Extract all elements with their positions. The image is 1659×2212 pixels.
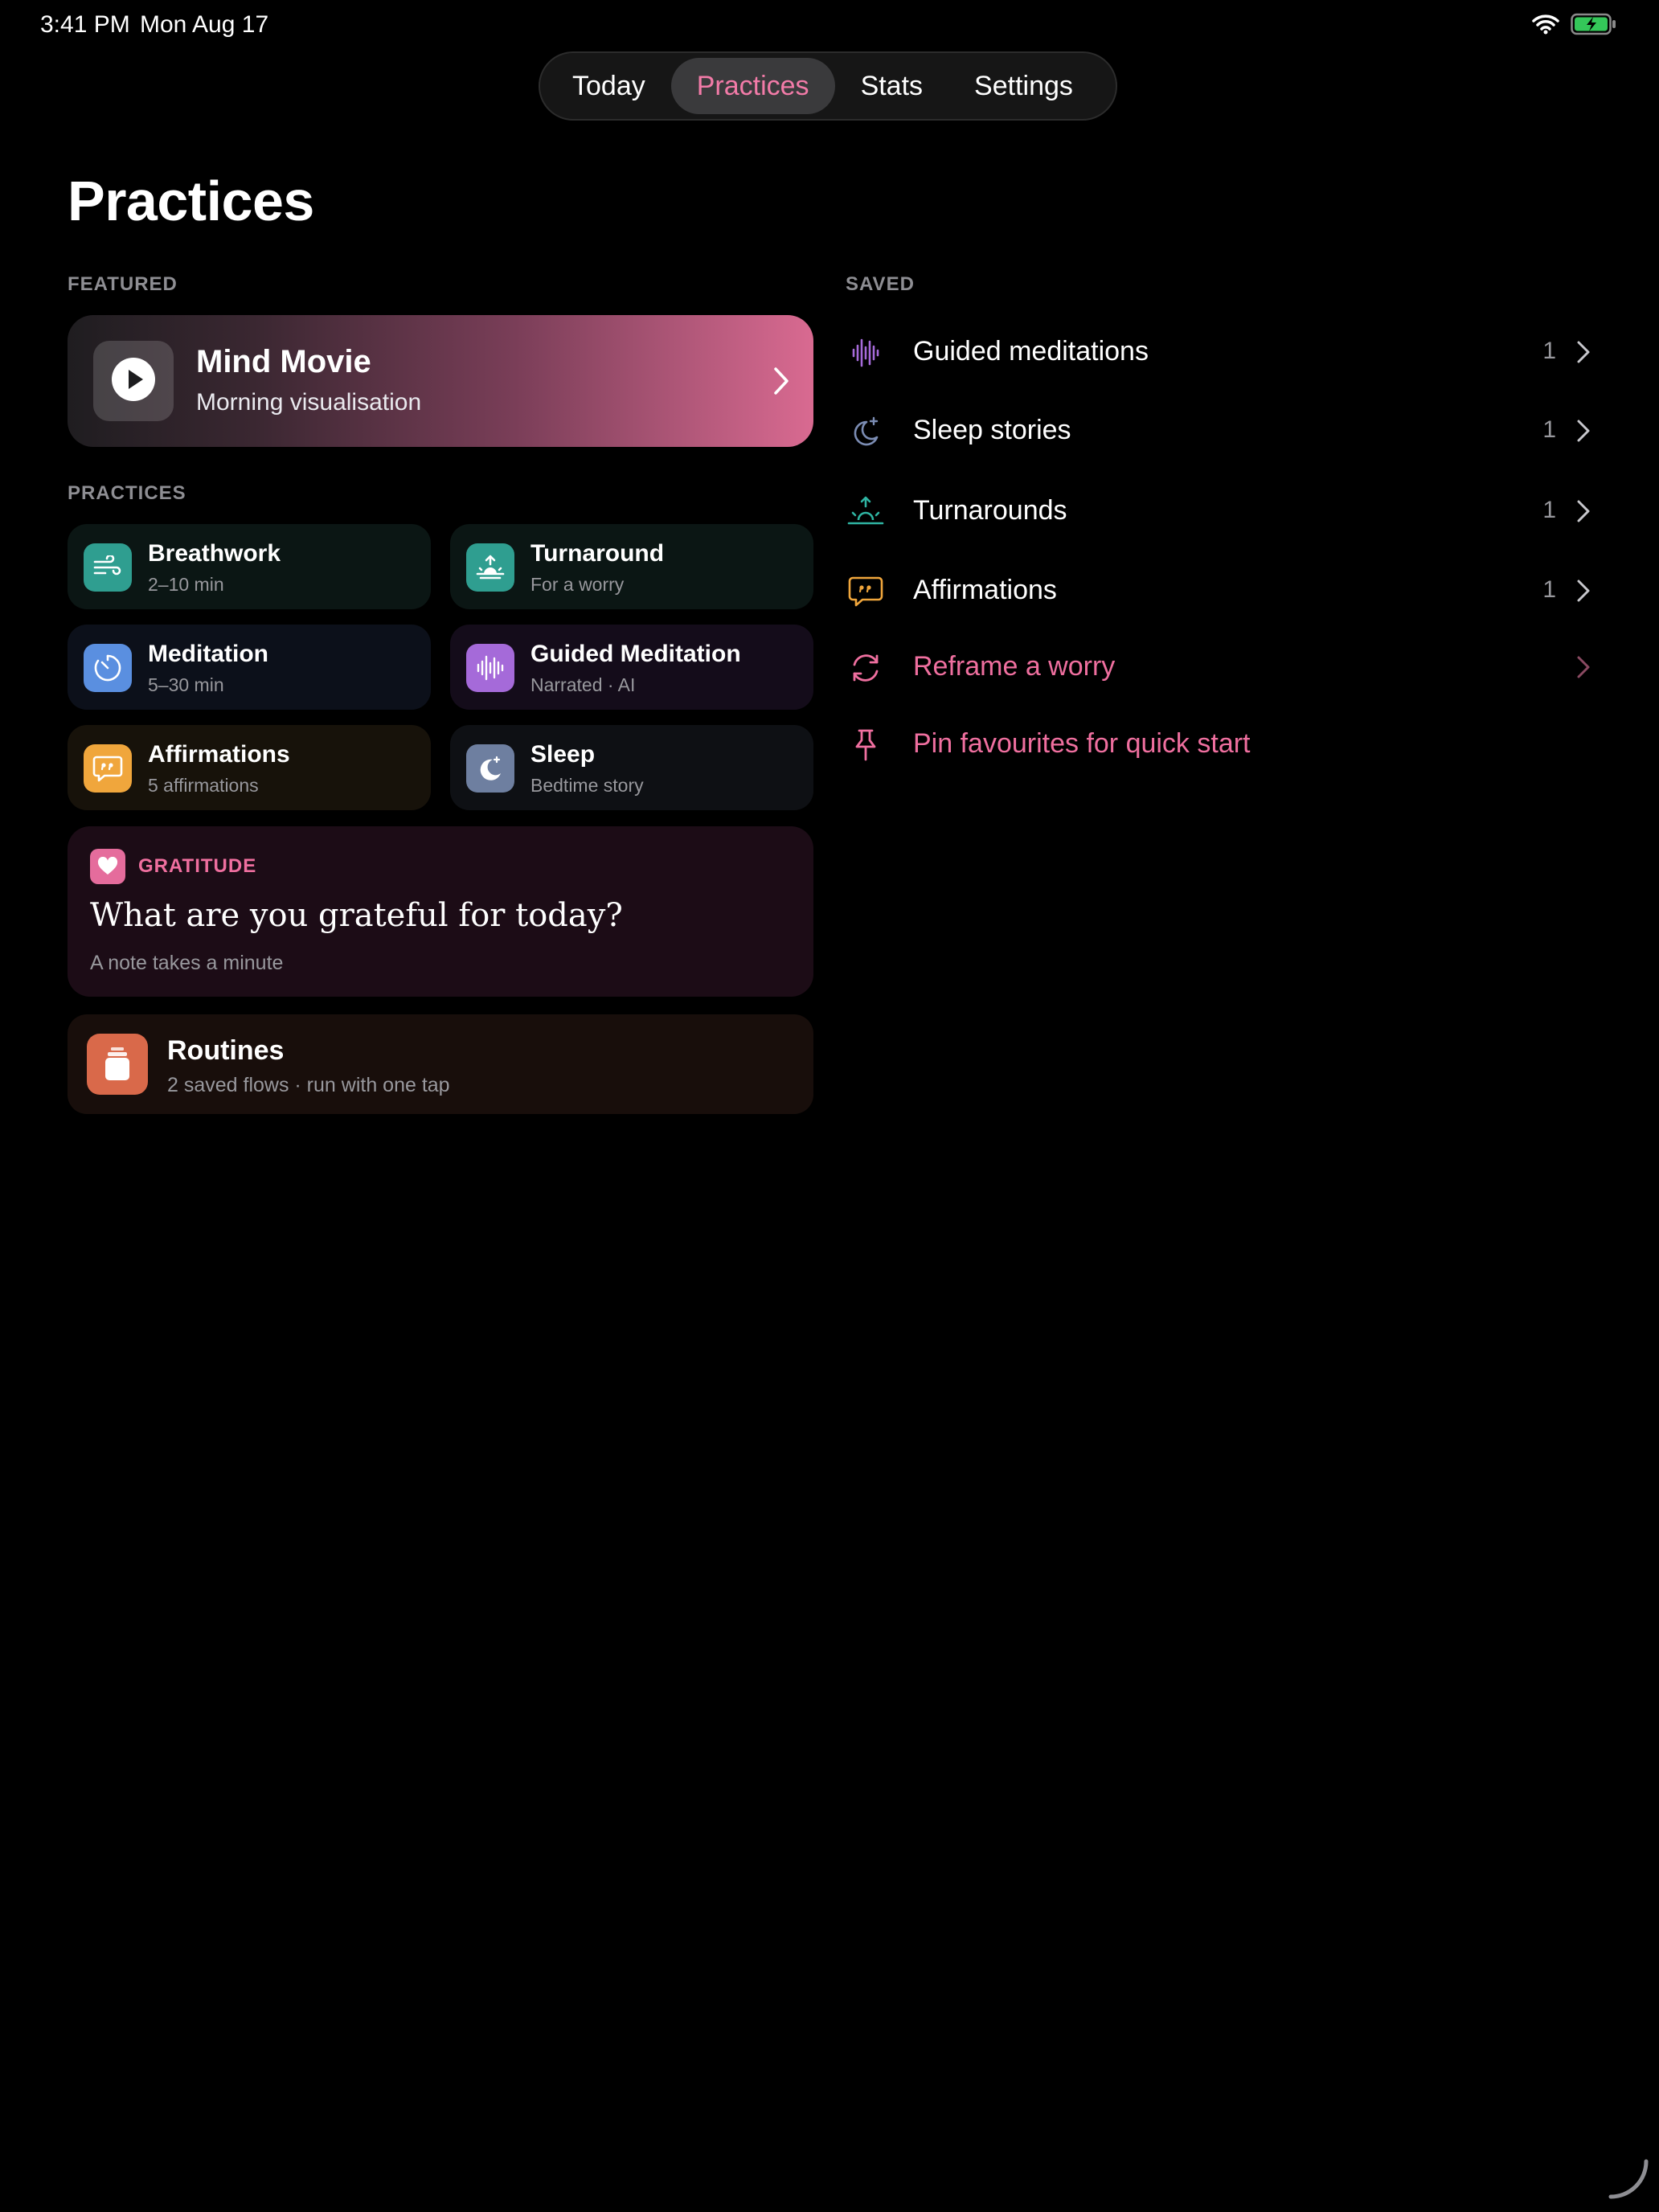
moon-stars-icon bbox=[466, 744, 514, 793]
saved-row-sleep-stories[interactable]: Sleep stories 1 bbox=[846, 399, 1598, 463]
practice-subtitle: Bedtime story bbox=[530, 775, 644, 796]
sunrise-icon bbox=[466, 543, 514, 592]
gratitude-note: A note takes a minute bbox=[90, 952, 284, 974]
gratitude-card[interactable]: GRATITUDE What are you grateful for toda… bbox=[68, 826, 813, 997]
practice-tile-guided-meditation[interactable]: Guided Meditation Narrated · AI bbox=[450, 625, 813, 710]
status-indicators bbox=[1532, 13, 1617, 39]
practice-tile-sleep[interactable]: Sleep Bedtime story bbox=[450, 725, 813, 810]
practice-tile-meditation[interactable]: Meditation 5–30 min bbox=[68, 625, 431, 710]
play-button[interactable] bbox=[93, 341, 174, 421]
tab-settings[interactable]: Settings bbox=[948, 58, 1099, 114]
stack-icon bbox=[87, 1034, 148, 1095]
page-title: Practices bbox=[68, 170, 314, 232]
saved-row-count: 1 bbox=[1542, 576, 1556, 603]
waveform-icon bbox=[846, 333, 886, 373]
routines-card[interactable]: Routines 2 saved flows · run with one ta… bbox=[68, 1014, 813, 1114]
tab-practices[interactable]: Practices bbox=[670, 58, 835, 114]
saved-section-label: SAVED bbox=[846, 273, 915, 295]
quote-bubble-icon bbox=[84, 744, 132, 793]
waveform-icon bbox=[466, 644, 514, 692]
practice-subtitle: Narrated · AI bbox=[530, 674, 636, 695]
saved-row-turnarounds[interactable]: Turnarounds 1 bbox=[846, 479, 1598, 543]
featured-section-label: FEATURED bbox=[68, 273, 178, 295]
corner-resize-icon bbox=[1606, 2157, 1651, 2206]
practice-tile-affirmations[interactable]: Affirmations 5 affirmations bbox=[68, 725, 431, 810]
routines-subtitle: 2 saved flows · run with one tap bbox=[167, 1074, 450, 1096]
practice-title: Sleep bbox=[530, 741, 596, 768]
saved-row-count: 1 bbox=[1542, 338, 1556, 364]
pin-icon bbox=[846, 725, 886, 765]
chevron-right-icon bbox=[772, 365, 791, 401]
wind-icon bbox=[84, 543, 132, 592]
saved-row-label: Turnarounds bbox=[913, 495, 1067, 526]
practice-title: Breathwork bbox=[148, 540, 281, 567]
saved-row-count: 1 bbox=[1542, 497, 1556, 523]
saved-row-label: Affirmations bbox=[913, 575, 1057, 605]
tab-stats[interactable]: Stats bbox=[835, 58, 948, 114]
practice-subtitle: 5 affirmations bbox=[148, 775, 259, 796]
practices-section-label: PRACTICES bbox=[68, 482, 186, 504]
gratitude-label: GRATITUDE bbox=[138, 855, 257, 877]
saved-row-label: Guided meditations bbox=[913, 336, 1149, 367]
chevron-right-icon bbox=[1575, 578, 1591, 608]
timer-icon bbox=[84, 644, 132, 692]
wifi-icon bbox=[1532, 14, 1559, 39]
status-time: 3:41 PM bbox=[40, 11, 130, 38]
featured-title: Mind Movie bbox=[196, 344, 371, 379]
practice-tile-turnaround[interactable]: Turnaround For a worry bbox=[450, 524, 813, 609]
saved-row-guided-meditations[interactable]: Guided meditations 1 bbox=[846, 320, 1598, 384]
chevron-right-icon bbox=[1575, 498, 1591, 528]
refresh-icon bbox=[846, 648, 886, 688]
practice-subtitle: 5–30 min bbox=[148, 674, 224, 695]
practice-title: Guided Meditation bbox=[530, 641, 741, 667]
practice-subtitle: 2–10 min bbox=[148, 574, 224, 595]
routines-title: Routines bbox=[167, 1035, 285, 1066]
pin-favourites-button[interactable]: Pin favourites for quick start bbox=[846, 712, 1598, 776]
chevron-right-icon bbox=[1575, 654, 1591, 684]
battery-charging-icon bbox=[1571, 13, 1617, 39]
sunrise-icon bbox=[846, 492, 886, 532]
saved-row-count: 1 bbox=[1542, 416, 1556, 443]
saved-row-affirmations[interactable]: Affirmations 1 bbox=[846, 559, 1598, 623]
quote-bubble-icon bbox=[846, 571, 886, 612]
practice-title: Turnaround bbox=[530, 540, 665, 567]
featured-card-mind-movie[interactable]: Mind Movie Morning visualisation bbox=[68, 315, 813, 447]
practice-subtitle: For a worry bbox=[530, 574, 625, 595]
play-icon bbox=[111, 357, 156, 406]
saved-action-label: Reframe a worry bbox=[913, 651, 1116, 682]
practice-title: Affirmations bbox=[148, 741, 290, 768]
saved-row-label: Sleep stories bbox=[913, 415, 1071, 445]
tab-bar: Today Practices Stats Settings bbox=[539, 51, 1117, 121]
chevron-right-icon bbox=[1575, 339, 1591, 369]
practice-tile-breathwork[interactable]: Breathwork 2–10 min bbox=[68, 524, 431, 609]
saved-action-label: Pin favourites for quick start bbox=[913, 728, 1251, 759]
tab-today[interactable]: Today bbox=[547, 58, 671, 114]
reframe-worry-button[interactable]: Reframe a worry bbox=[846, 635, 1598, 699]
moon-stars-icon bbox=[846, 412, 886, 452]
gratitude-question: What are you grateful for today? bbox=[90, 897, 623, 934]
chevron-right-icon bbox=[1575, 418, 1591, 448]
heart-icon bbox=[90, 849, 125, 884]
practice-title: Meditation bbox=[148, 641, 268, 667]
featured-subtitle: Morning visualisation bbox=[196, 389, 422, 416]
status-date: Mon Aug 17 bbox=[140, 11, 269, 38]
